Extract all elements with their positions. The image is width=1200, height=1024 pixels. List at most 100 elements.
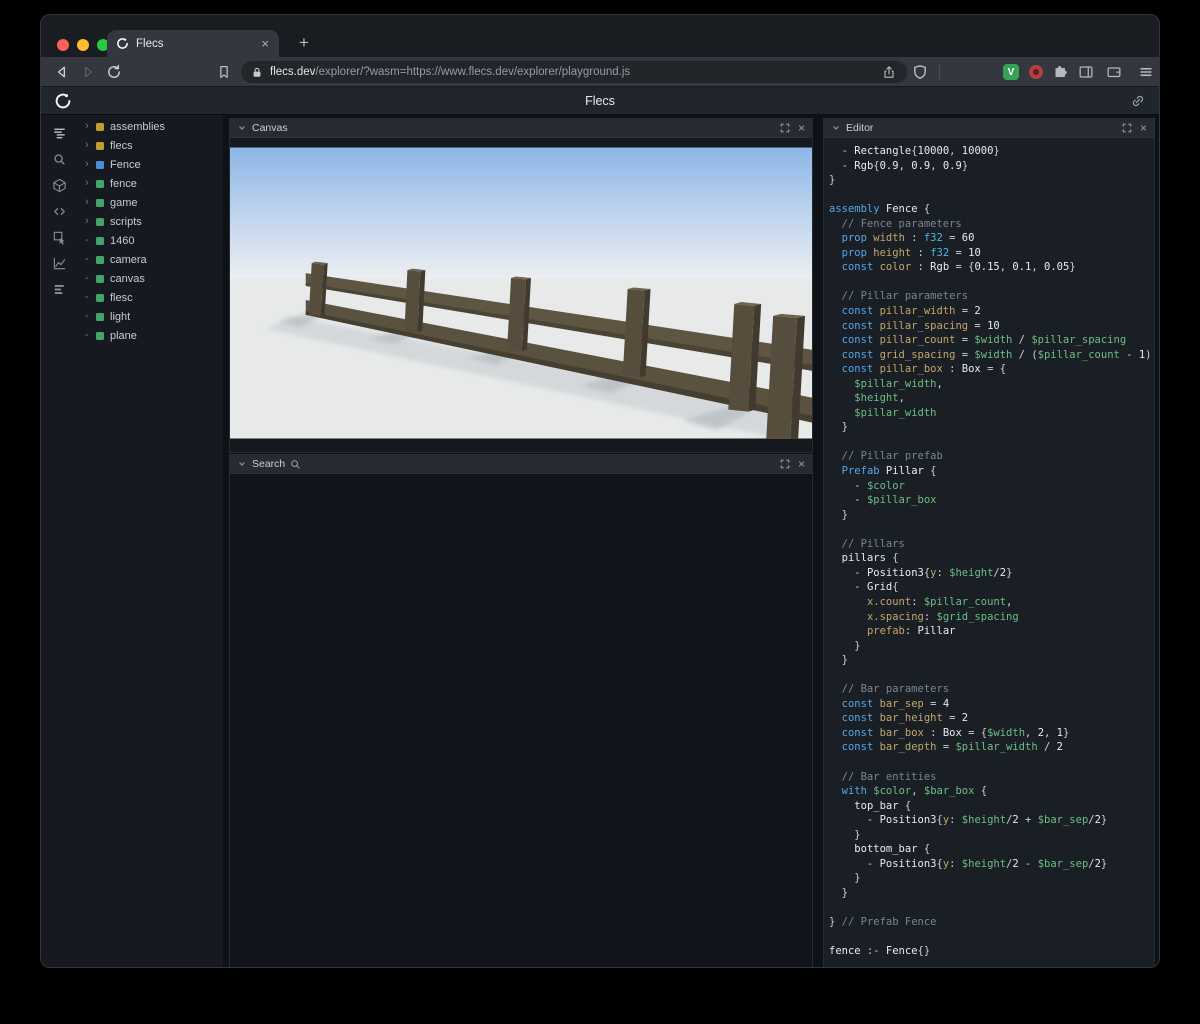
tree-item-camera[interactable]: - camera (77, 250, 223, 269)
search-icon (290, 459, 301, 470)
code-icon[interactable] (41, 198, 77, 224)
collapse-chevron-icon[interactable] (831, 123, 841, 133)
tree-item-game[interactable]: › game (77, 193, 223, 212)
brave-shield-icon[interactable] (909, 61, 931, 83)
address-bar[interactable]: flecs.dev/explorer/?wasm=https://www.fle… (241, 61, 907, 83)
expand-chevron-icon[interactable]: › (85, 140, 96, 151)
code-line: } (829, 639, 861, 652)
entity-kind-swatch (96, 122, 104, 131)
entity-kind-swatch (96, 331, 104, 340)
close-panel-icon[interactable]: × (798, 458, 805, 470)
entity-kind-swatch (96, 160, 104, 169)
code-line: const pillar_box : Box = { (841, 363, 1007, 376)
url-text: flecs.dev/explorer/?wasm=https://www.fle… (270, 66, 873, 78)
extension-red-icon[interactable] (1029, 65, 1043, 79)
menu-icon[interactable] (1135, 61, 1157, 83)
close-tab-icon[interactable]: × (260, 37, 270, 50)
code-line: - Position3{y: $height/2 + $bar_sep/2} (829, 814, 1108, 827)
new-tab-button[interactable]: + (291, 30, 317, 56)
entity-kind-swatch (96, 312, 104, 321)
tree-item-fence[interactable]: › fence (77, 174, 223, 193)
tree-item-scripts[interactable]: › scripts (77, 212, 223, 231)
outliner-icon[interactable] (41, 120, 77, 146)
expand-panel-icon[interactable] (780, 459, 790, 469)
entity-kind-swatch (96, 217, 104, 226)
bookmark-icon[interactable] (213, 61, 235, 83)
search-panel-header: Search × (230, 455, 812, 474)
minimize-window-button[interactable] (77, 39, 89, 51)
collapse-chevron-icon[interactable] (237, 459, 247, 469)
reload-icon[interactable] (103, 61, 125, 83)
code-line: const color : Rgb = {0.15, 0.1, 0.05} (841, 261, 1076, 274)
code-line: const pillar_width = 2 (841, 305, 981, 318)
expand-chevron-icon[interactable]: › (85, 159, 96, 170)
tree-item-label: plane (110, 329, 137, 342)
tree-item-label: scripts (110, 215, 142, 228)
close-panel-icon[interactable]: × (798, 122, 805, 134)
close-window-button[interactable] (57, 39, 69, 51)
tree-item-label: Fence (110, 158, 141, 171)
search-icon[interactable] (41, 146, 77, 172)
chart-icon[interactable] (41, 250, 77, 276)
wallet-icon[interactable] (1103, 61, 1125, 83)
tree-item-canvas[interactable]: - canvas (77, 269, 223, 288)
expand-panel-icon[interactable] (780, 123, 790, 133)
code-line: prefab: Pillar (866, 625, 956, 638)
code-line: const bar_sep = 4 (841, 697, 950, 710)
code-line: const bar_height = 2 (841, 712, 969, 725)
entity-tree: › assemblies › flecs › Fence › fence › game › scrip… (77, 115, 223, 967)
tree-item-1460[interactable]: - 1460 (77, 231, 223, 250)
code-line: prop height : f32 = 10 (841, 246, 981, 259)
code-line: // Fence parameters (829, 217, 962, 230)
search-panel: Search × (229, 454, 813, 967)
code-line: } (829, 174, 836, 187)
code-line: $pillar_width, (854, 377, 943, 390)
canvas-3d-view[interactable] (230, 147, 812, 439)
editor-panel: Editor × - Rectangle{10000, 10000} - Rgb… (823, 118, 1155, 967)
browser-tab-flecs[interactable]: Flecs × (107, 30, 279, 57)
share-icon[interactable] (881, 64, 897, 80)
page-title: Flecs (585, 94, 615, 108)
tree-item-flesc[interactable]: - flesc (77, 288, 223, 307)
lock-icon (251, 66, 263, 79)
tree-item-light[interactable]: - light (77, 307, 223, 326)
expand-chevron-icon[interactable]: › (85, 178, 96, 189)
collapse-chevron-icon[interactable] (237, 123, 247, 133)
editor-panel-title: Editor (846, 122, 874, 134)
code-line: top_bar { (854, 799, 912, 812)
forward-icon[interactable] (77, 61, 99, 83)
close-panel-icon[interactable]: × (1140, 122, 1147, 134)
extension-v-icon[interactable]: V (1003, 64, 1019, 80)
tree-item-plane[interactable]: - plane (77, 326, 223, 345)
expand-panel-icon[interactable] (1122, 123, 1132, 133)
entities-icon[interactable] (41, 172, 77, 198)
code-line: } (829, 421, 848, 434)
link-icon[interactable] (1130, 93, 1146, 109)
stats-icon[interactable] (41, 276, 77, 302)
toolbar-divider (939, 65, 940, 79)
tree-item-Fence[interactable]: › Fence (77, 155, 223, 174)
entity-kind-swatch (96, 293, 104, 302)
url-path: /explorer/?wasm=https://www.flecs.dev/ex… (315, 66, 631, 78)
expand-chevron-icon[interactable]: › (85, 216, 96, 227)
code-line: // Pillar prefab (829, 450, 943, 463)
extensions-puzzle-icon[interactable] (1049, 61, 1071, 83)
inspect-icon[interactable] (41, 224, 77, 250)
browser-toolbar: flecs.dev/explorer/?wasm=https://www.fle… (41, 57, 1159, 87)
leaf-bullet-icon: - (85, 310, 89, 322)
expand-chevron-icon[interactable]: › (85, 121, 96, 132)
editor-code[interactable]: - Rectangle{10000, 10000} - Rgb{0.9, 0.9… (824, 138, 1154, 967)
code-line: } // Prefab Fence (829, 915, 937, 928)
editor-panel-header: Editor × (824, 119, 1154, 138)
side-panel-icon[interactable] (1075, 61, 1097, 83)
code-line: - Rectangle{10000, 10000} (829, 145, 1000, 157)
back-icon[interactable] (51, 61, 73, 83)
tree-item-flecs[interactable]: › flecs (77, 136, 223, 155)
tree-item-label: flecs (110, 139, 133, 152)
tree-item-assemblies[interactable]: › assemblies (77, 117, 223, 136)
expand-chevron-icon[interactable]: › (85, 197, 96, 208)
code-line: const bar_box : Box = {$width, 2, 1} (841, 726, 1070, 739)
